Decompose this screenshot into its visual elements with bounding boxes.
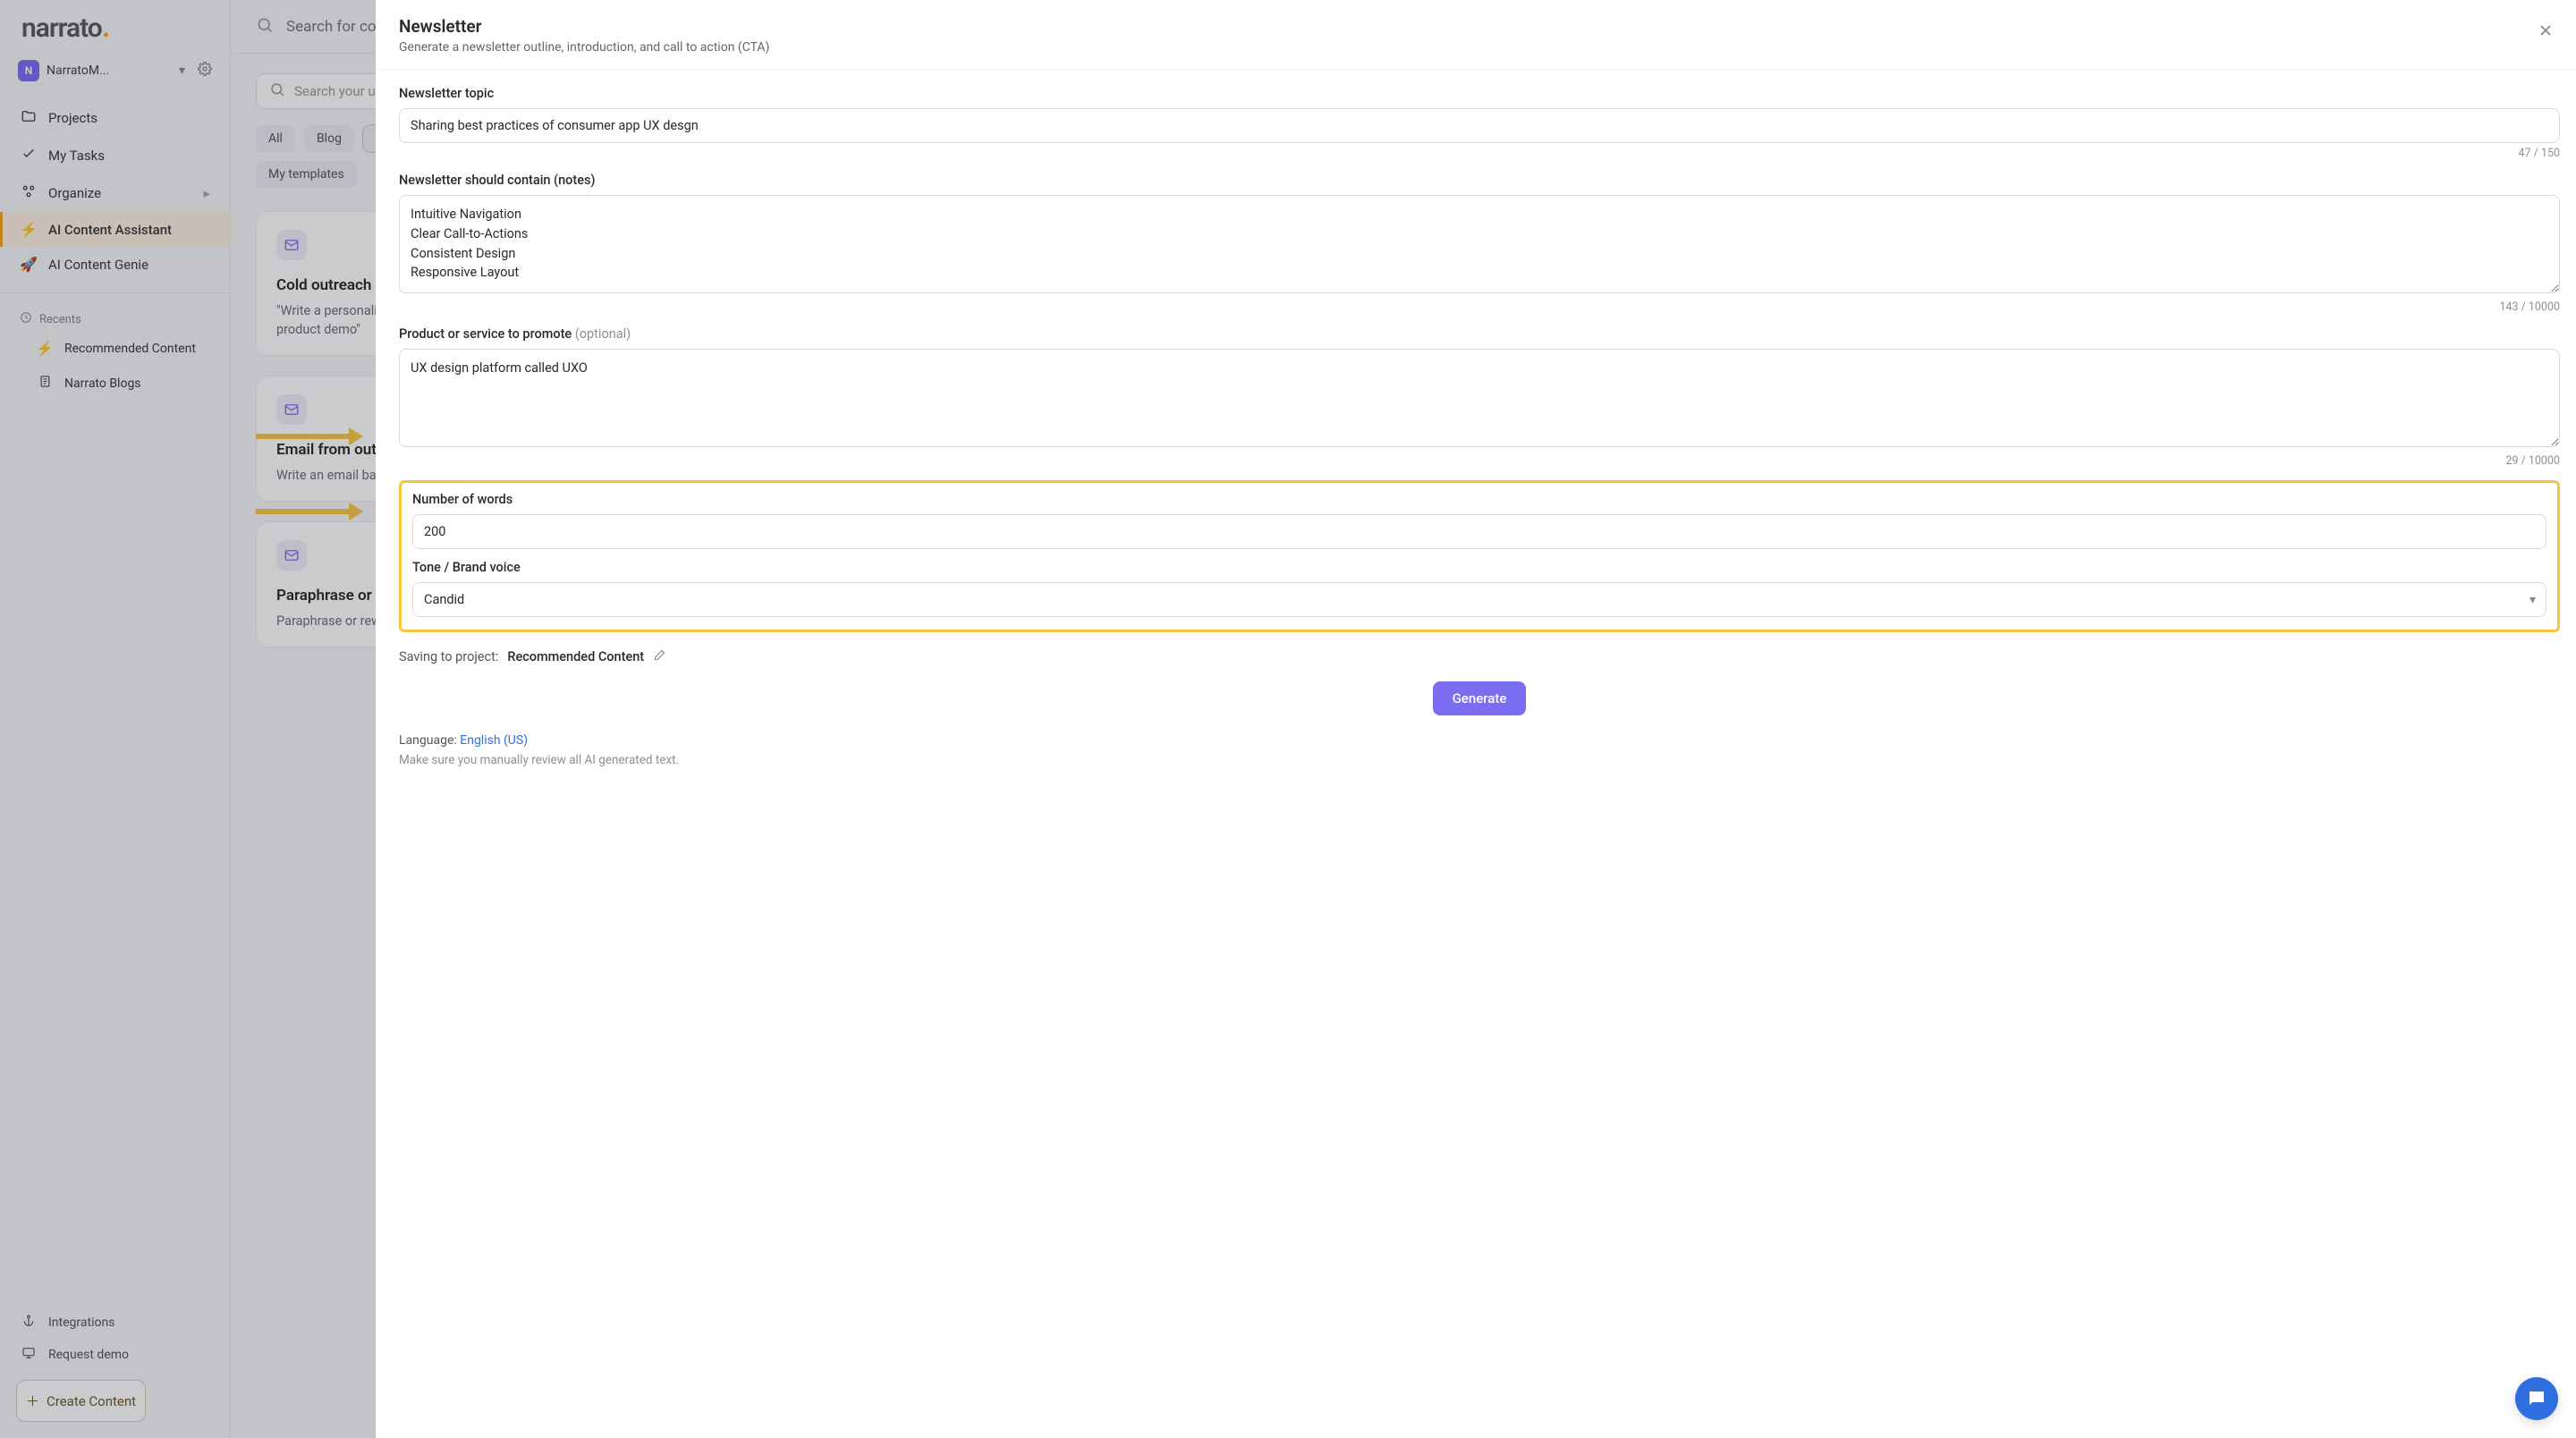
words-input[interactable] [412, 514, 2546, 549]
topic-input[interactable] [399, 108, 2560, 143]
field-tone: Tone / Brand voice Candid ▾ [412, 560, 2546, 617]
label-notes: Newsletter should contain (notes) [399, 173, 2560, 188]
saving-label: Saving to project: [399, 649, 498, 664]
field-word-count: Number of words [412, 492, 2546, 549]
label-product: Product or service to promote (optional) [399, 326, 2560, 342]
product-textarea[interactable] [399, 349, 2560, 447]
label-tone: Tone / Brand voice [412, 560, 2546, 575]
saving-project-row: Saving to project: Recommended Content [399, 648, 2560, 665]
chat-launcher[interactable] [2515, 1377, 2558, 1420]
newsletter-modal: Newsletter Generate a newsletter outline… [376, 0, 2576, 1438]
divider [376, 69, 2576, 70]
char-count-notes: 143 / 10000 [399, 300, 2560, 314]
label-words: Number of words [412, 492, 2546, 507]
field-product: Product or service to promote (optional)… [399, 326, 2560, 468]
generate-row: Generate [399, 681, 2560, 715]
modal-subtitle: Generate a newsletter outline, introduct… [399, 40, 2560, 55]
close-icon [2537, 21, 2555, 39]
char-count-product: 29 / 10000 [399, 454, 2560, 468]
close-button[interactable] [2533, 18, 2558, 43]
highlighted-section: Number of words Tone / Brand voice Candi… [399, 480, 2560, 632]
review-note: Make sure you manually review all AI gen… [399, 753, 2560, 767]
tone-select[interactable]: Candid [412, 582, 2546, 617]
language-link[interactable]: English (US) [460, 733, 528, 748]
chat-icon [2526, 1388, 2547, 1409]
label-topic: Newsletter topic [399, 86, 2560, 101]
char-count-topic: 47 / 150 [399, 147, 2560, 160]
edit-icon[interactable] [653, 648, 666, 665]
saving-project-name: Recommended Content [507, 649, 644, 664]
language-row: Language: English (US) [399, 733, 2560, 748]
language-label: Language: [399, 733, 457, 748]
notes-textarea[interactable] [399, 195, 2560, 293]
generate-button[interactable]: Generate [1433, 681, 1527, 715]
field-newsletter-notes: Newsletter should contain (notes) 143 / … [399, 173, 2560, 314]
field-newsletter-topic: Newsletter topic 47 / 150 [399, 86, 2560, 160]
modal-title: Newsletter [399, 16, 2560, 37]
